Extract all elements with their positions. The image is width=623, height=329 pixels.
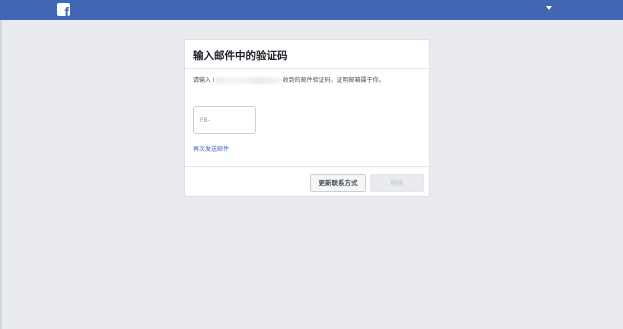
- header-divider: [185, 68, 429, 69]
- update-contact-button[interactable]: 更新联系方式: [310, 174, 366, 192]
- logo-letter: f: [64, 4, 69, 16]
- dialog-description: 请输入 I 收到的邮件验证码，证明邮箱属于你。: [193, 76, 421, 85]
- footer-divider: [185, 166, 429, 167]
- description-suffix: 收到的邮件验证码，证明邮箱属于你。: [280, 77, 385, 84]
- top-navigation-bar: f: [0, 0, 623, 20]
- verification-dialog: 输入邮件中的验证码 请输入 I 收到的邮件验证码，证明邮箱属于你。 再次发送邮件…: [184, 39, 430, 197]
- redacted-email: [214, 77, 281, 84]
- continue-button[interactable]: 继续: [370, 174, 424, 192]
- verification-code-input[interactable]: [193, 106, 256, 134]
- description-prefix: 请输入 I: [193, 77, 215, 84]
- caret-down-icon[interactable]: [546, 6, 552, 10]
- facebook-logo-icon[interactable]: f: [57, 3, 70, 16]
- left-edge-divider: [0, 20, 2, 329]
- dialog-title: 输入邮件中的验证码: [193, 50, 288, 62]
- resend-email-link[interactable]: 再次发送邮件: [193, 144, 229, 153]
